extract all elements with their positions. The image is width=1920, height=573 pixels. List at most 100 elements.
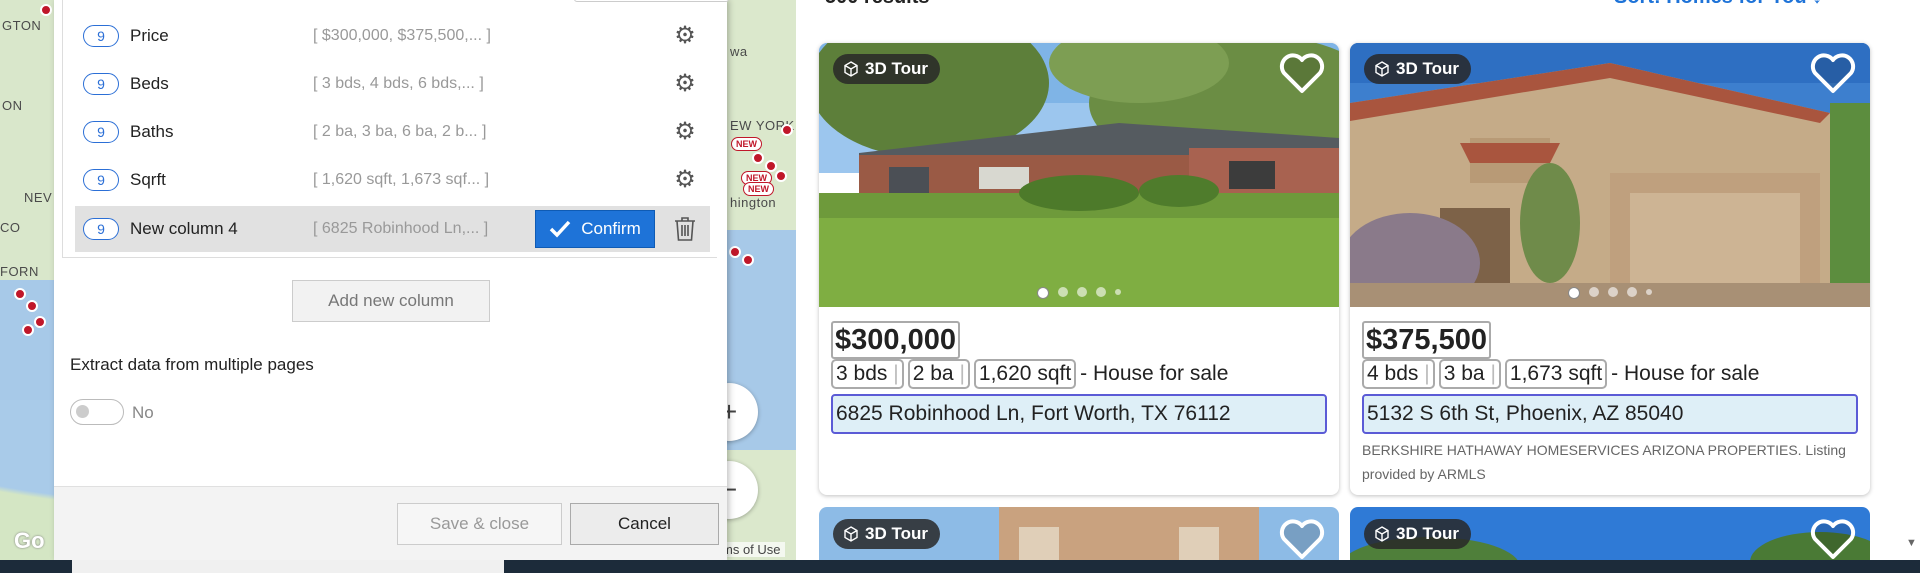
- map-label: FORN: [0, 264, 39, 279]
- map-water: [0, 280, 60, 400]
- sqft-unit: sqft: [1568, 362, 1603, 385]
- results-count: 500 results: [825, 0, 930, 9]
- map-label: NEV: [24, 190, 53, 205]
- listing-type: - House for sale: [1611, 362, 1760, 385]
- cancel-button[interactable]: Cancel: [570, 503, 719, 545]
- column-row-beds[interactable]: 9 Beds [ 3 bds, 4 bds, 6 bds,... ] ⚙: [75, 61, 710, 107]
- listing-address[interactable]: 5132 S 6th St, Phoenix, AZ 85040: [1362, 394, 1858, 434]
- map-label: CO: [0, 220, 21, 235]
- listing-facts: 3 bds | 2 ba | 1,620 sqft - House for sa…: [831, 359, 1228, 389]
- beds-value: 3: [836, 362, 848, 385]
- listing-facts: 4 bds | 3 ba | 1,673 sqft - House for sa…: [1362, 359, 1759, 389]
- column-name: Sqrft: [130, 170, 166, 189]
- google-logo: Go: [14, 528, 45, 553]
- dialog-footer: Save & close Cancel: [54, 486, 727, 560]
- column-name: Baths: [130, 122, 174, 141]
- column-values: [ 1,620 sqft, 1,673 sqf... ]: [313, 171, 490, 188]
- carousel-dot[interactable]: [1037, 287, 1049, 299]
- listing-card[interactable]: 3D Tour $300,000 3 bds | 2 ba | 1,620 sq…: [819, 43, 1339, 495]
- carousel-dot[interactable]: [1058, 287, 1068, 297]
- sqft-value: 1,673: [1509, 362, 1563, 385]
- listings-panel: 500 results Sort: Homes for You ↓ 3D Tou…: [796, 0, 1920, 567]
- trash-icon[interactable]: [673, 216, 697, 242]
- gear-icon[interactable]: ⚙: [672, 167, 698, 193]
- beds-unit: bds: [853, 362, 888, 385]
- 3d-tour-badge[interactable]: 3D Tour: [833, 54, 940, 84]
- extract-multiple-pages-toggle[interactable]: [70, 399, 124, 425]
- listing-card[interactable]: 3D Tour $375,500 4 bds | 3 ba | 1,673 sq…: [1350, 43, 1870, 495]
- 3d-tour-label: 3D Tour: [1396, 59, 1459, 78]
- photo-carousel-dots[interactable]: [819, 287, 1339, 299]
- terms-of-use-link[interactable]: ms of Use: [718, 542, 785, 557]
- sqft-fact: 1,673 sqft: [1504, 359, 1608, 389]
- heart-icon[interactable]: [1279, 519, 1325, 561]
- listing-price: $375,500: [1362, 321, 1491, 359]
- column-count-badge: 9: [83, 25, 119, 47]
- map-pin[interactable]: [26, 300, 38, 312]
- checkmark-icon: [549, 220, 571, 238]
- column-row-new-column-4[interactable]: 9 New column 4 [ 6825 Robinhood Ln,... ]…: [75, 206, 710, 252]
- listing-address[interactable]: 6825 Robinhood Ln, Fort Worth, TX 76112: [831, 394, 1327, 434]
- cube-icon: [844, 526, 858, 542]
- column-name: Price: [130, 26, 169, 45]
- carousel-dot[interactable]: [1096, 287, 1106, 297]
- 3d-tour-label: 3D Tour: [865, 59, 928, 78]
- listing-type: - House for sale: [1080, 362, 1229, 385]
- column-row-baths[interactable]: 9 Baths [ 2 ba, 3 ba, 6 ba, 2 b... ] ⚙: [75, 109, 710, 155]
- carousel-dot[interactable]: [1077, 287, 1087, 297]
- listing-card[interactable]: 3D Tour: [819, 507, 1339, 567]
- carousel-dot[interactable]: [1627, 287, 1637, 297]
- heart-icon[interactable]: [1810, 519, 1856, 561]
- listing-card[interactable]: 3D Tour: [1350, 507, 1870, 567]
- add-new-column-button[interactable]: Add new column: [292, 280, 490, 322]
- baths-unit: ba: [1461, 362, 1485, 385]
- heart-icon[interactable]: [1810, 53, 1856, 95]
- map-pin[interactable]: [14, 288, 26, 300]
- listing-price: $300,000: [831, 321, 960, 359]
- photo-carousel-dots[interactable]: [1350, 287, 1870, 299]
- map-pin[interactable]: [775, 170, 787, 182]
- map-pin[interactable]: [22, 324, 34, 336]
- save-close-button[interactable]: Save & close: [397, 503, 562, 545]
- gear-icon[interactable]: ⚙: [672, 23, 698, 49]
- map-pin[interactable]: [742, 254, 754, 266]
- column-count-badge: 9: [83, 121, 119, 143]
- carousel-dot[interactable]: [1115, 289, 1121, 295]
- extract-data-dialog: 9 Price [ $300,000, $375,500,... ] ⚙ 9 B…: [54, 0, 729, 560]
- carousel-dot[interactable]: [1608, 287, 1618, 297]
- sqft-unit: sqft: [1037, 362, 1072, 385]
- column-row-sqrft[interactable]: 9 Sqrft [ 1,620 sqft, 1,673 sqf... ] ⚙: [75, 157, 710, 203]
- new-badge[interactable]: NEW: [743, 182, 774, 196]
- heart-icon[interactable]: [1279, 53, 1325, 95]
- sort-dropdown[interactable]: Sort: Homes for You ↓: [1614, 0, 1822, 9]
- cube-icon: [1375, 526, 1389, 542]
- 3d-tour-badge[interactable]: 3D Tour: [833, 519, 940, 549]
- map-label: hington: [730, 195, 777, 210]
- map-pin[interactable]: [781, 124, 793, 136]
- column-name: New column 4: [130, 219, 238, 238]
- cube-icon: [844, 61, 858, 77]
- new-badge[interactable]: NEW: [731, 137, 762, 151]
- map-label: GTON: [2, 18, 42, 33]
- map-pin[interactable]: [765, 160, 777, 172]
- scroll-down-arrow[interactable]: ▼: [1906, 537, 1917, 549]
- column-row-price[interactable]: 9 Price [ $300,000, $375,500,... ] ⚙: [75, 13, 710, 59]
- 3d-tour-badge[interactable]: 3D Tour: [1364, 54, 1471, 84]
- carousel-dot[interactable]: [1568, 287, 1580, 299]
- carousel-dot[interactable]: [1589, 287, 1599, 297]
- carousel-dot[interactable]: [1646, 289, 1652, 295]
- map-pin[interactable]: [752, 152, 764, 164]
- baths-unit: ba: [930, 362, 954, 385]
- baths-value: 2: [912, 362, 925, 385]
- 3d-tour-badge[interactable]: 3D Tour: [1364, 519, 1471, 549]
- confirm-button[interactable]: Confirm: [535, 210, 655, 248]
- beds-fact: 3 bds |: [831, 359, 904, 389]
- map-pin[interactable]: [40, 4, 52, 16]
- map-label: ON: [2, 98, 23, 113]
- baths-value: 3: [1443, 362, 1456, 385]
- taskbar-search[interactable]: [72, 560, 504, 573]
- map-pin[interactable]: [34, 316, 46, 328]
- map-pin[interactable]: [729, 246, 741, 258]
- gear-icon[interactable]: ⚙: [672, 119, 698, 145]
- gear-icon[interactable]: ⚙: [672, 71, 698, 97]
